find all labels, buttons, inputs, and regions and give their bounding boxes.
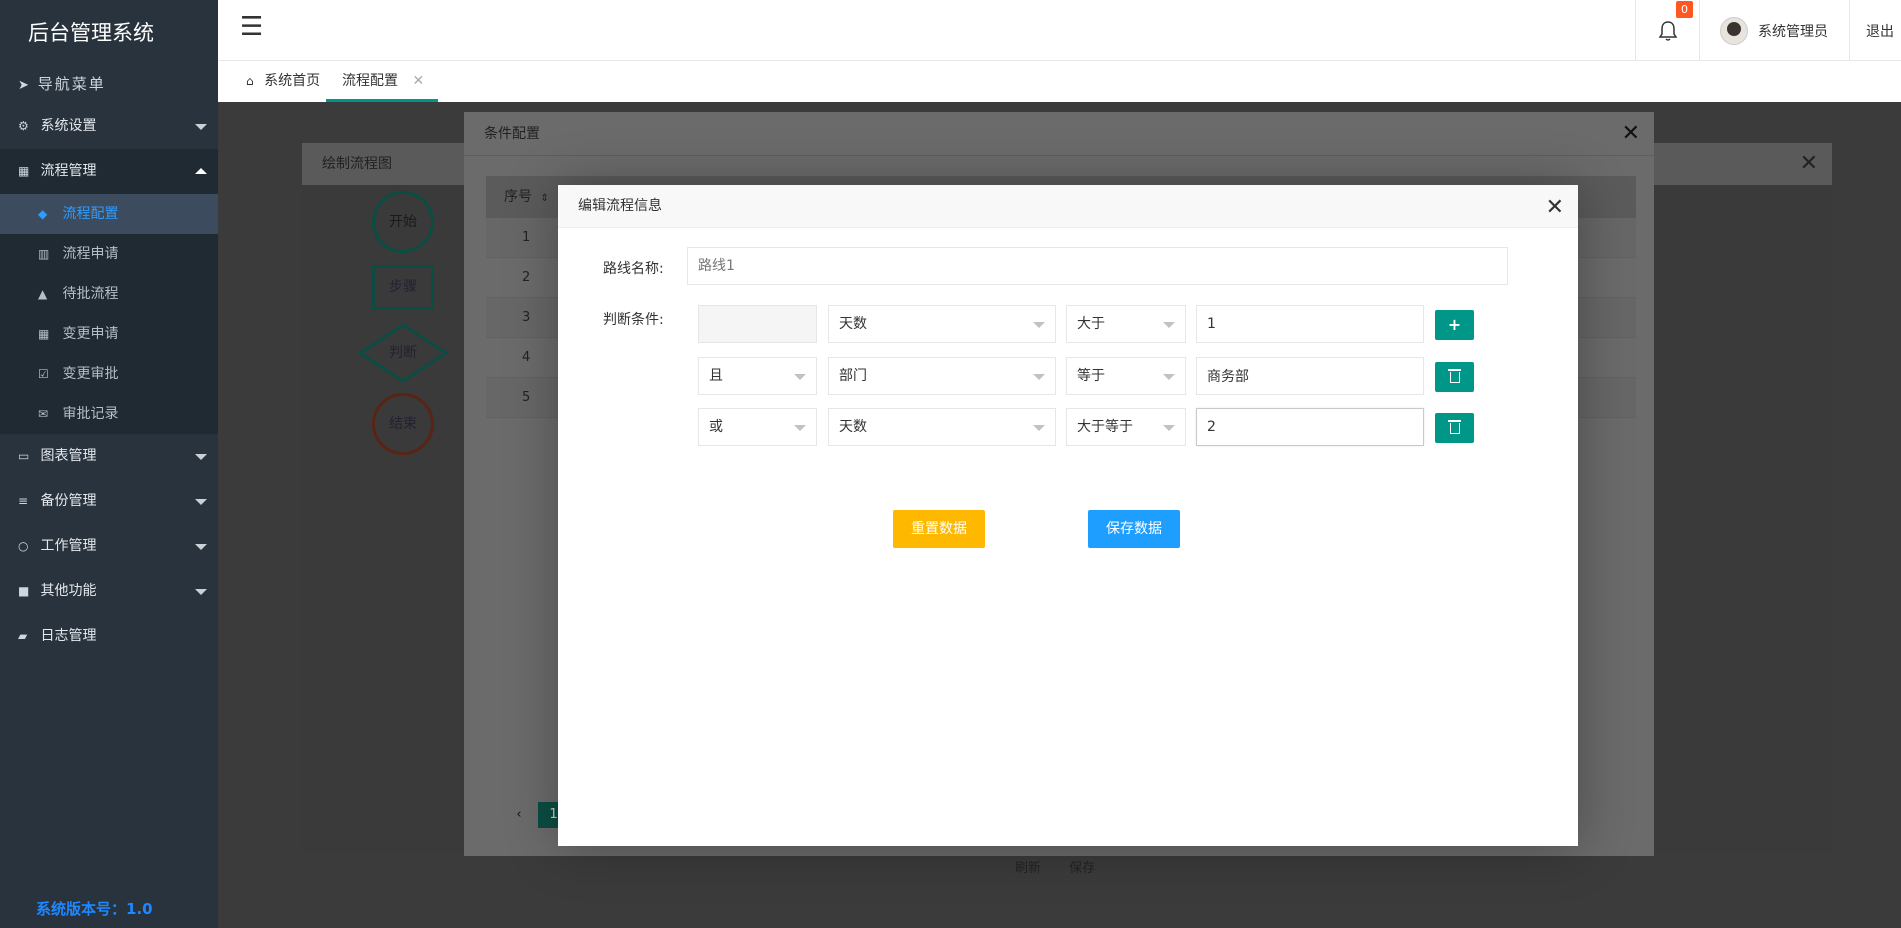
top-header: ☰ 0 系统管理员 退出 <box>218 0 1901 61</box>
shape-judge[interactable]: 判断 <box>358 323 448 383</box>
operator-select[interactable]: 等于 <box>1066 357 1186 395</box>
delete-condition-button[interactable] <box>1435 413 1474 443</box>
route-name-input[interactable] <box>687 247 1508 285</box>
caret-down-icon <box>195 454 207 460</box>
menu-item-system-settings[interactable]: ⚙ 系统设置 <box>0 104 218 149</box>
trash-icon <box>1447 420 1461 434</box>
user-menu[interactable]: 系统管理员 <box>1699 0 1849 61</box>
bar-chart-icon: ▥ <box>38 247 50 261</box>
caret-down-icon <box>195 124 207 130</box>
value-input[interactable] <box>1196 305 1424 343</box>
trash-icon <box>1447 369 1461 383</box>
route-name-label: 路线名称: <box>603 261 664 277</box>
tab-home[interactable]: ⌂ 系统首页 <box>232 61 334 102</box>
system-version: 系统版本号：1.0 <box>36 900 153 918</box>
shape-start[interactable]: 开始 <box>372 191 434 253</box>
user-name: 系统管理员 <box>1758 23 1828 40</box>
delete-condition-button[interactable] <box>1435 362 1474 392</box>
close-icon[interactable]: ✕ <box>1546 195 1564 220</box>
notification-button[interactable]: 0 <box>1635 0 1699 61</box>
notification-badge: 0 <box>1676 1 1693 18</box>
sub-item-change-approve[interactable]: ☑ 变更审批 <box>0 354 218 394</box>
book-icon: ▰ <box>18 629 28 643</box>
envelope-icon: ✉ <box>38 407 49 421</box>
check-square-icon: ☑ <box>38 367 49 381</box>
monitor-icon: ▭ <box>18 449 30 463</box>
sidebar: 后台管理系统 ➤ 导航菜单 ⚙ 系统设置 ▦ 流程管理 ◆ 流程配置 ▥ 流程申… <box>0 0 218 928</box>
operator-select[interactable]: 大于等于 <box>1066 408 1186 446</box>
menu-item-other-functions[interactable]: ■ 其他功能 <box>0 569 218 614</box>
operator-select[interactable]: 大于 <box>1066 305 1186 343</box>
plus-icon: + <box>1447 315 1462 334</box>
caret-down-icon <box>195 589 207 595</box>
shape-end[interactable]: 结束 <box>372 393 434 455</box>
logout-link[interactable]: 退出 <box>1849 0 1901 61</box>
caret-down-icon <box>195 499 207 505</box>
dropbox-icon: ◆ <box>38 207 48 221</box>
logic-select <box>698 305 817 343</box>
tab-bar: ⌂ 系统首页 流程配置 ✕ <box>218 61 1901 102</box>
caret-down-icon <box>195 544 207 550</box>
chevron-down-icon <box>1163 374 1175 380</box>
logic-select[interactable]: 且 <box>698 357 817 395</box>
menu-item-work-management[interactable]: ○ 工作管理 <box>0 524 218 569</box>
briefcase-icon: ■ <box>18 584 30 598</box>
flowchart-bottom-buttons: 刷新 保存 <box>1015 857 1119 876</box>
field-select[interactable]: 天数 <box>828 305 1056 343</box>
sub-item-approval-records[interactable]: ✉ 审批记录 <box>0 394 218 434</box>
menu-item-process-management[interactable]: ▦ 流程管理 <box>0 149 218 194</box>
save-data-button[interactable]: 保存数据 <box>1088 510 1180 548</box>
logic-select[interactable]: 或 <box>698 408 817 446</box>
sub-item-pending-process[interactable]: ▲ 待批流程 <box>0 274 218 314</box>
grid-icon: ▦ <box>38 327 50 341</box>
value-input[interactable] <box>1196 357 1424 395</box>
value-input[interactable] <box>1196 408 1424 446</box>
field-select[interactable]: 部门 <box>828 357 1056 395</box>
sub-item-process-apply[interactable]: ▥ 流程申请 <box>0 234 218 274</box>
close-icon[interactable]: ✕ <box>1800 151 1818 176</box>
chevron-down-icon <box>1163 425 1175 431</box>
shape-step[interactable]: 步骤 <box>372 265 434 310</box>
hamburger-menu-icon[interactable]: ☰ <box>240 12 263 42</box>
condition-label: 判断条件: <box>603 312 664 328</box>
menu-item-chart-management[interactable]: ▭ 图表管理 <box>0 434 218 479</box>
close-tab-icon[interactable]: ✕ <box>412 73 424 89</box>
circle-icon: ○ <box>18 539 29 553</box>
add-condition-button[interactable]: + <box>1435 310 1474 340</box>
sort-icon[interactable]: ⇕ <box>540 193 548 204</box>
menu-item-log-management[interactable]: ▰ 日志管理 <box>0 614 218 659</box>
field-select[interactable]: 天数 <box>828 408 1056 446</box>
edit-dialog-title: 编辑流程信息 <box>558 185 1578 228</box>
refresh-button[interactable]: 刷新 <box>1015 861 1041 876</box>
edit-process-dialog: 编辑流程信息 ✕ 路线名称: 判断条件: 天数 大于 + 且 部门 等于 或 天… <box>558 185 1578 846</box>
sub-item-process-config[interactable]: ◆ 流程配置 <box>0 194 218 234</box>
table-icon: ▦ <box>18 164 30 178</box>
database-icon: ≡ <box>18 494 29 508</box>
chevron-down-icon <box>1033 425 1045 431</box>
chevron-down-icon <box>794 374 806 380</box>
menu-item-backup-management[interactable]: ≡ 备份管理 <box>0 479 218 524</box>
bell-icon <box>1658 20 1677 41</box>
save-flow-button[interactable]: 保存 <box>1069 861 1095 876</box>
tab-process-config[interactable]: 流程配置 ✕ <box>326 61 438 102</box>
nav-menu-heading: ➤ 导航菜单 <box>18 75 106 93</box>
caret-up-icon <box>195 168 207 174</box>
chevron-down-icon <box>794 425 806 431</box>
process-submenu: ◆ 流程配置 ▥ 流程申请 ▲ 待批流程 ▦ 变更申请 ☑ 变更审批 ✉ 审批记… <box>0 194 218 434</box>
home-icon: ⌂ <box>246 74 254 88</box>
chevron-down-icon <box>1033 374 1045 380</box>
sub-item-change-apply[interactable]: ▦ 变更申请 <box>0 314 218 354</box>
gear-icon: ⚙ <box>18 119 29 133</box>
chevron-down-icon <box>1163 322 1175 328</box>
brand-title: 后台管理系统 <box>28 21 154 45</box>
navigation-arrow-icon: ➤ <box>18 78 31 93</box>
prev-page-icon[interactable]: ‹ <box>504 802 534 828</box>
close-icon[interactable]: ✕ <box>1622 121 1640 146</box>
chevron-down-icon <box>1033 322 1045 328</box>
condition-dialog-title: 条件配置 <box>464 112 1654 156</box>
avatar <box>1720 16 1748 45</box>
reset-data-button[interactable]: 重置数据 <box>893 510 985 548</box>
warning-icon: ▲ <box>38 287 48 301</box>
